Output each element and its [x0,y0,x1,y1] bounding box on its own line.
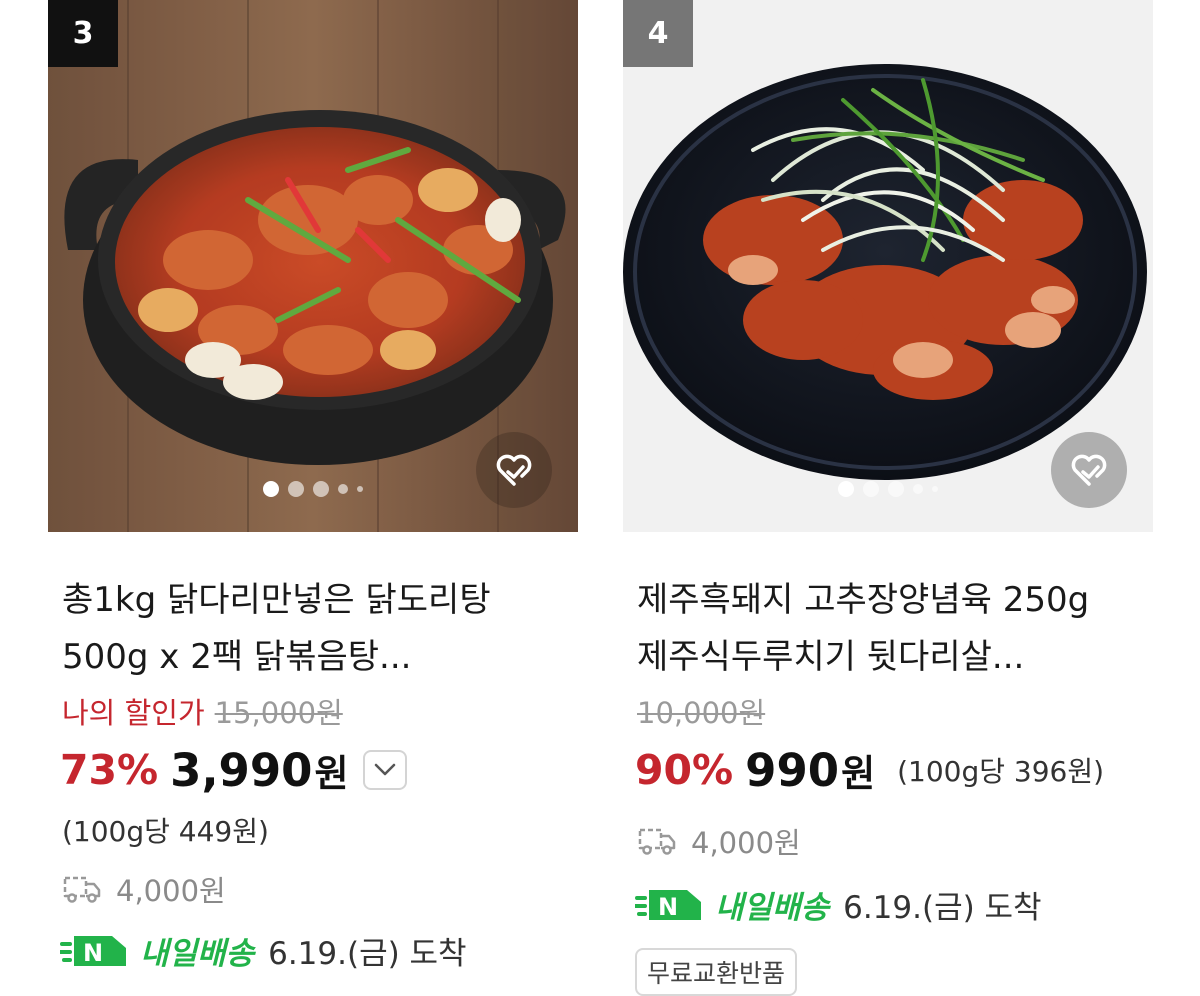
pagination-dot[interactable] [838,481,854,497]
my-discount-row: 나의 할인가 15,000원 [62,690,343,732]
n-delivery-badge-icon: N [635,889,701,921]
product-image-area[interactable]: 4 [623,0,1153,532]
discount-rate: 90% [635,746,734,794]
rank-badge: 3 [48,0,118,67]
free-return-tag: 무료교환반품 [635,948,798,996]
n-delivery-badge-icon: N [60,935,126,967]
pagination-dot[interactable] [288,481,304,497]
discount-rate: 73% [60,746,159,794]
original-price: 15,000원 [214,696,343,730]
sale-price: 990 [745,743,840,797]
wish-button[interactable] [1051,432,1127,508]
product-title-line[interactable]: 500g x 2팩 닭볶음탕... [62,629,562,686]
product-title-line[interactable]: 제주식두루치기 뒷다리살... [637,629,1137,686]
delivery-row: N 내일배송 6.19.(금) 도착 [635,882,1042,927]
sale-price: 3,990 [170,743,313,797]
delivery-row: N 내일배송 6.19.(금) 도착 [60,928,467,973]
currency: 원 [841,752,876,795]
wish-button[interactable] [476,432,552,508]
product-title-line[interactable]: 총1kg 닭다리만넣은 닭도리탕 [62,572,562,629]
pagination-dot[interactable] [357,486,363,492]
shipping-fee-row: 4,000원 [637,820,801,862]
price-row: 73% 3,990 원 [60,743,407,797]
original-price: 10,000원 [637,696,766,730]
product-card[interactable]: 3 총1kg 닭다리만넣은 닭도리탕 500g x 2팩 닭볶음탕... 나의 … [48,0,578,991]
truck-icon [638,828,676,855]
delivery-date: 6.19.(금) 도착 [843,890,1042,926]
product-title[interactable]: 총1kg 닭다리만넣은 닭도리탕 500g x 2팩 닭볶음탕... [62,572,562,686]
currency: 원 [314,752,349,795]
product-card[interactable]: 4 제주흑돼지 고추장양념육 250g 제주식두루치기 뒷다리살... 10,0… [623,0,1153,996]
delivery-label: 내일배송 [715,890,830,926]
pagination-dot[interactable] [932,486,938,492]
truck-icon [63,876,101,903]
rank-badge: 4 [623,0,693,67]
pagination-dot[interactable] [263,481,279,497]
shipping-fee-row: 4,000원 [62,868,226,910]
product-title[interactable]: 제주흑돼지 고추장양념육 250g 제주식두루치기 뒷다리살... [637,572,1137,686]
delivery-label: 내일배송 [140,936,255,972]
price-row: 90% 990 원 (100g당 396원) [635,743,1104,797]
unit-price: (100g당 449원) [62,815,269,848]
heart-check-icon [1071,454,1107,486]
original-price-row: 10,000원 [637,690,765,732]
price-detail-button[interactable] [362,750,407,790]
chevron-down-icon [374,763,395,776]
pagination-dot[interactable] [888,481,904,497]
pagination-dot[interactable] [863,481,879,497]
svg-text:N: N [658,893,678,921]
unit-price: (100g당 396원) [897,755,1105,788]
pagination-dot[interactable] [913,484,923,494]
pagination-dot[interactable] [313,481,329,497]
product-image-area[interactable]: 3 [48,0,578,532]
heart-check-icon [496,454,532,486]
product-title-line[interactable]: 제주흑돼지 고추장양념육 250g [637,572,1137,629]
shipping-fee: 4,000원 [116,874,226,908]
shipping-fee: 4,000원 [691,826,801,860]
pagination-dot[interactable] [338,484,348,494]
delivery-date: 6.19.(금) 도착 [268,936,467,972]
my-discount-label: 나의 할인가 [62,696,205,730]
svg-text:N: N [83,939,103,967]
